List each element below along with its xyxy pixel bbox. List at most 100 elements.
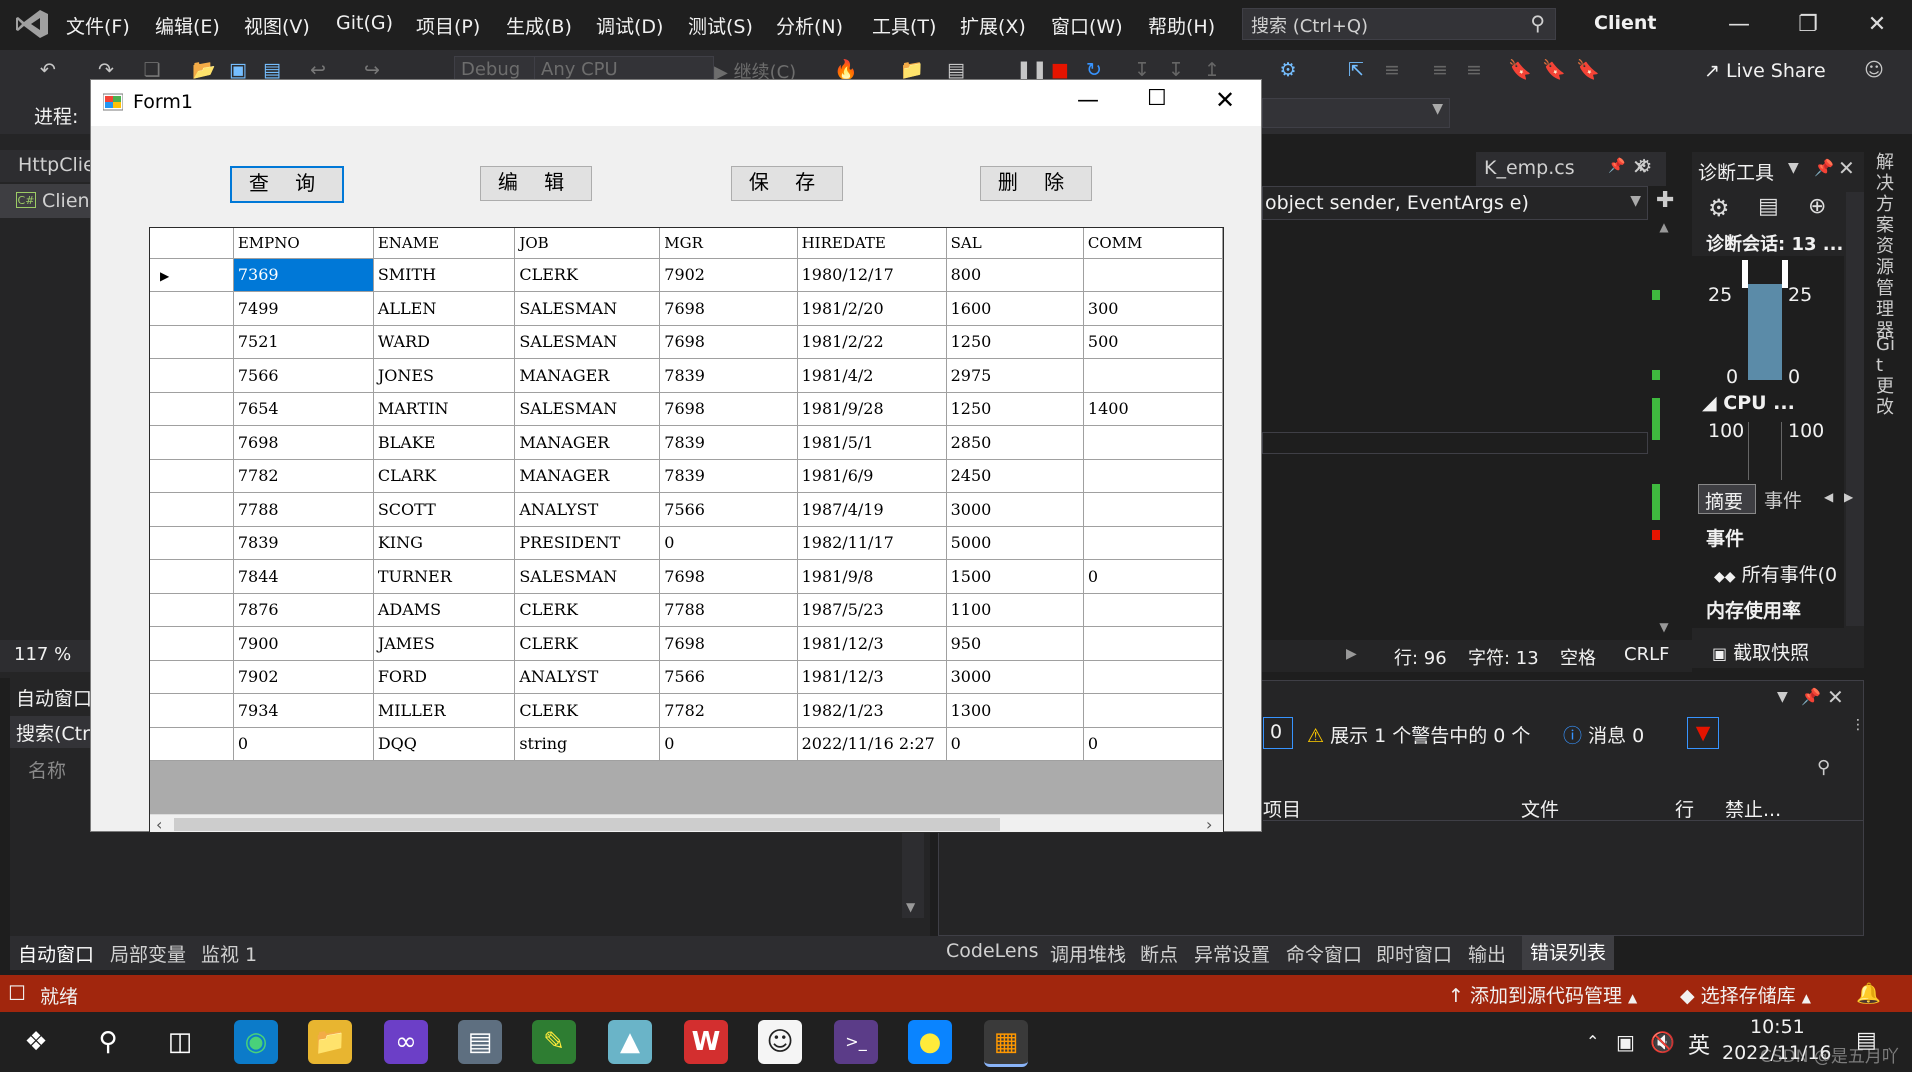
uncomment-icon[interactable]: ≡ [1462,58,1486,82]
table-cell[interactable]: 0 [1083,559,1223,594]
table-cell[interactable]: WARD [373,325,516,359]
menu-help[interactable]: 帮助(H) [1148,12,1215,39]
table-cell[interactable] [1083,593,1223,627]
table-cell[interactable]: 1981/5/1 [797,425,947,460]
table-cell[interactable]: SALESMAN [514,325,661,359]
table-cell[interactable]: TURNER [373,559,516,594]
row-header[interactable] [150,660,234,694]
table-cell[interactable]: JONES [373,358,516,393]
table-cell[interactable]: 1981/12/3 [797,626,947,661]
row-header[interactable] [150,425,234,460]
chevron-down-icon[interactable]: ▼ [1788,160,1799,176]
scroll-right-icon[interactable]: ▶ [1346,646,1357,662]
table-cell[interactable]: 7782 [659,693,798,728]
gear-icon[interactable]: ⚙ [1636,156,1652,177]
cpu-label[interactable]: ◢ CPU ... [1702,392,1795,414]
table-cell[interactable]: 1982/11/17 [797,526,947,560]
table-cell[interactable]: 7839 [659,459,798,493]
save-button[interactable]: 保 存 [731,166,843,201]
notification-bubble-icon[interactable]: ☐ [8,981,26,1005]
table-cell[interactable]: 2975 [946,358,1084,393]
table-cell[interactable]: 1300 [946,693,1084,728]
close-panel-icon[interactable]: ✕ [1827,685,1844,709]
table-cell[interactable] [1083,459,1223,493]
table-cell[interactable]: 7902 [233,660,374,694]
menu-view[interactable]: 视图(V) [244,12,310,39]
tab-codelens[interactable]: CodeLens [946,940,1039,962]
menu-project[interactable]: 项目(P) [416,12,480,39]
vs-minimize-icon[interactable]: — [1719,8,1759,42]
table-cell[interactable]: 7698 [659,291,798,326]
col-suppress-header[interactable]: 禁止... [1725,795,1781,822]
bookmark-icon[interactable]: 🔖 [1508,58,1532,82]
table-cell[interactable]: ALLEN [373,291,516,326]
table-cell[interactable]: FORD [373,660,516,694]
table-cell[interactable]: 7788 [233,492,374,527]
table-cell[interactable]: SALESMAN [514,291,661,326]
form1-close-icon[interactable]: ✕ [1215,86,1235,114]
table-cell[interactable]: 1400 [1083,392,1223,426]
table-cell[interactable]: 1600 [946,291,1084,326]
table-cell[interactable]: 7902 [659,258,798,292]
whitespace-indicator[interactable]: 空格 [1560,644,1596,670]
table-cell[interactable]: CLERK [514,693,661,728]
row-header[interactable] [150,291,234,326]
comment-icon[interactable]: ≡ [1428,58,1452,82]
delete-button[interactable]: 删 除 [980,166,1092,201]
search-icon[interactable]: ⚲ [1817,757,1830,778]
warnings-filter-button[interactable]: ⚠ 展示 1 个警告中的 0 个 [1307,721,1530,748]
table-cell[interactable] [1083,693,1223,728]
tab-error-list[interactable]: 错误列表 [1522,936,1615,970]
vs-close-icon[interactable]: ✕ [1857,8,1897,42]
row-header[interactable] [150,492,234,527]
volume-muted-icon[interactable]: 🔇 [1650,1030,1675,1054]
app-icon[interactable]: ▲ [608,1020,652,1064]
snapshot-button[interactable]: ▣ 截取快照 [1712,638,1809,665]
scroll-down-icon[interactable]: ▼ [1652,620,1676,634]
table-cell[interactable]: 1980/12/17 [797,258,947,292]
form1-app-icon[interactable]: ▦ [984,1020,1028,1067]
menu-window[interactable]: 窗口(W) [1051,12,1123,39]
pointer-icon[interactable]: ⇱ [1344,58,1368,82]
table-cell[interactable]: 3000 [946,492,1084,527]
column-header-empno[interactable]: EMPNO [233,228,374,259]
pin-icon[interactable]: 📌 [1814,158,1834,177]
table-cell[interactable]: 7844 [233,559,374,594]
table-cell[interactable]: 3000 [946,660,1084,694]
table-cell[interactable]: 7566 [659,492,798,527]
tab-immediate-window[interactable]: 即时窗口 [1376,940,1452,967]
table-cell[interactable] [1083,358,1223,393]
network-icon[interactable]: ▣ [1616,1030,1635,1054]
tab-locals[interactable]: 局部变量 [110,940,186,967]
table-cell[interactable]: CLARK [373,459,516,493]
pin-icon[interactable]: 📌 [1801,687,1821,706]
table-cell[interactable]: 7839 [659,358,798,393]
table-row[interactable]: 7934 MILLER CLERK 7782 1982/1/23 1300 [150,693,1223,728]
scrollbar-thumb[interactable] [174,818,1000,831]
table-cell[interactable]: 0 [1083,727,1223,761]
tab-auto-window[interactable]: 自动窗口 [18,940,94,967]
tab-scroll-right-icon[interactable]: ▶ [1844,490,1853,504]
edge-browser-icon[interactable]: ◉ [234,1020,278,1064]
tab-command-window[interactable]: 命令窗口 [1286,940,1362,967]
scroll-left-icon[interactable]: ‹ [156,815,162,832]
live-share-button[interactable]: ↗ Live Share [1704,60,1826,82]
row-header[interactable] [150,358,234,393]
table-cell[interactable]: 800 [946,258,1084,292]
side-tab-git-changes[interactable]: Git 更改 [1872,334,1904,418]
form1-maximize-icon[interactable]: ☐ [1147,86,1167,111]
table-row[interactable]: 7839 KING PRESIDENT 0 1982/11/17 5000 [150,526,1223,560]
row-header[interactable] [150,459,234,493]
col-name-header[interactable]: 名称 [28,756,66,783]
table-cell[interactable]: 950 [946,626,1084,661]
table-cell[interactable]: 7788 [659,593,798,627]
close-panel-icon[interactable]: ✕ [1838,156,1855,180]
method-combo[interactable]: object sender, EventArgs e) ▼ [1262,186,1648,220]
chevron-down-icon[interactable]: ▼ [1777,689,1788,705]
wps-office-icon[interactable]: W [684,1020,728,1064]
row-header[interactable] [150,325,234,359]
form1-minimize-icon[interactable]: — [1077,88,1099,113]
table-cell[interactable]: 7698 [659,392,798,426]
table-row[interactable]: 7788 SCOTT ANALYST 7566 1987/4/19 3000 [150,492,1223,527]
table-cell[interactable]: 500 [1083,325,1223,359]
